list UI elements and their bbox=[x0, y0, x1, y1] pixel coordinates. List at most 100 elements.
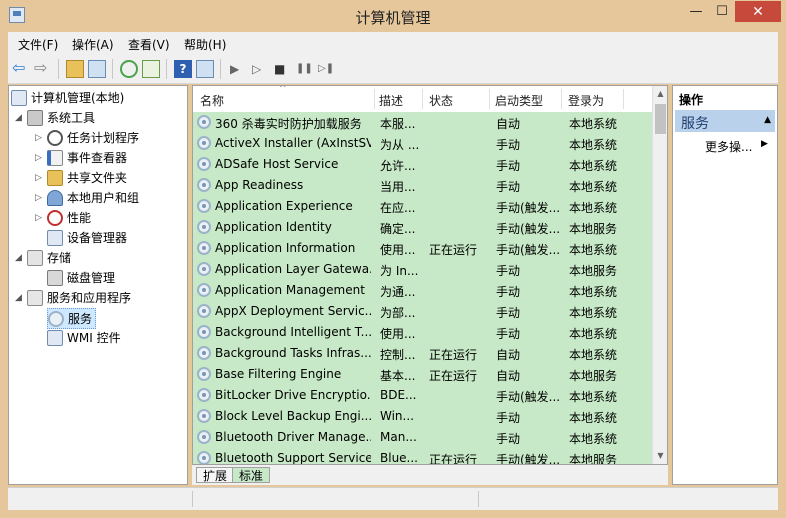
service-log-on-as: 本地系统 bbox=[569, 348, 618, 362]
tree-item-task-scheduler[interactable]: ▷ 任务计划程序 bbox=[35, 128, 139, 147]
back-icon[interactable]: ⇦ bbox=[12, 58, 30, 77]
column-divider[interactable] bbox=[489, 89, 490, 109]
menu-view[interactable]: 查看(V) bbox=[128, 36, 170, 53]
tree-item-device-manager[interactable]: 设备管理器 bbox=[47, 228, 127, 247]
vertical-scrollbar[interactable]: ▲ ▼ bbox=[652, 86, 667, 464]
tree-item-event-viewer[interactable]: ▷ 事件查看器 bbox=[35, 148, 127, 167]
tree-item-storage[interactable]: ◢ 存储 bbox=[15, 248, 71, 267]
help-icon[interactable]: ? bbox=[174, 60, 192, 78]
service-row[interactable]: Application Management 为通... 手动 本地系统 bbox=[193, 280, 652, 301]
service-rows: 360 杀毒实时防护加载服务 本服... 自动 本地系统 ActiveX Install… bbox=[193, 112, 652, 464]
export-list-icon[interactable] bbox=[142, 60, 160, 78]
service-row[interactable]: BitLocker Drive Encryptio... BDE... 手动(触发.… bbox=[193, 385, 652, 406]
close-button[interactable]: ✕ bbox=[735, 1, 781, 22]
service-name: Bluetooth Driver Manage... bbox=[215, 430, 371, 444]
service-description: 本服... bbox=[380, 117, 416, 131]
column-divider[interactable] bbox=[422, 89, 423, 109]
collapsed-arrow-icon[interactable]: ▷ bbox=[35, 133, 45, 143]
service-startup-type: 手动 bbox=[496, 411, 521, 425]
service-log-on-as: 本地服务 bbox=[569, 453, 618, 465]
service-row[interactable]: Bluetooth Support Service Blue... 正在运行 手动(触… bbox=[193, 448, 652, 465]
column-divider[interactable] bbox=[623, 89, 624, 109]
maximize-button[interactable]: ☐ bbox=[709, 1, 735, 22]
more-actions-link[interactable]: 更多操... bbox=[705, 138, 752, 155]
collapsed-arrow-icon[interactable]: ▷ bbox=[35, 193, 45, 203]
collapsed-arrow-icon[interactable]: ▷ bbox=[35, 153, 45, 163]
column-header-log-on-as[interactable]: 登录为 bbox=[568, 92, 604, 109]
tree-item-shared-folders[interactable]: ▷ 共享文件夹 bbox=[35, 168, 127, 187]
start-service-alt-icon[interactable]: ▷ bbox=[252, 62, 270, 80]
service-row[interactable]: Bluetooth Driver Manage... Man... 手动 本地系统 bbox=[193, 427, 652, 448]
tree-item-system-tools[interactable]: ◢ 系统工具 bbox=[15, 108, 95, 127]
scroll-down-icon[interactable]: ▼ bbox=[653, 448, 667, 464]
scroll-up-icon[interactable]: ▲ bbox=[653, 86, 667, 102]
service-row[interactable]: Background Tasks Infras... 控制... 正在运行 自动 本地系… bbox=[193, 343, 652, 364]
service-startup-type: 手动(触发... bbox=[496, 453, 560, 465]
tree-item-wmi-control[interactable]: WMI 控件 bbox=[47, 328, 121, 347]
column-header-startup-type[interactable]: 启动类型 bbox=[495, 92, 543, 109]
submenu-arrow-icon[interactable]: ▶ bbox=[761, 139, 768, 149]
toolbar-separator bbox=[58, 59, 59, 79]
service-row[interactable]: 360 杀毒实时防护加载服务 本服... 自动 本地系统 bbox=[193, 112, 652, 133]
storage-icon bbox=[27, 249, 43, 266]
tree-item-services-applications[interactable]: ◢ 服务和应用程序 bbox=[15, 288, 131, 307]
service-row[interactable]: ADSafe Host Service 允许... 手动 本地系统 bbox=[193, 154, 652, 175]
tree-item-local-users[interactable]: ▷ 本地用户和组 bbox=[35, 188, 139, 207]
service-row[interactable]: Application Experience 在应... 手动(触发... 本地系统 bbox=[193, 196, 652, 217]
scrollbar-thumb[interactable] bbox=[655, 104, 666, 134]
gear-icon bbox=[197, 283, 211, 297]
restart-service-icon[interactable]: ▷❚ bbox=[318, 63, 336, 81]
tab-standard[interactable]: 标准 bbox=[232, 467, 271, 483]
expanded-arrow-icon[interactable]: ◢ bbox=[15, 293, 25, 303]
service-row[interactable]: Application Information 使用... 正在运行 手动(触发...… bbox=[193, 238, 652, 259]
service-description: 基本... bbox=[380, 369, 416, 383]
minimize-button[interactable]: — bbox=[683, 1, 709, 22]
service-row[interactable]: Application Identity 确定... 手动(触发... 本地服务 bbox=[193, 217, 652, 238]
service-description: Man... bbox=[380, 430, 417, 444]
column-header-description[interactable]: 描述 bbox=[379, 92, 403, 109]
tree-item-disk-management[interactable]: 磁盘管理 bbox=[47, 268, 115, 287]
service-row[interactable]: ActiveX Installer (AxInstSV) 为从 ... 手动 本地系统 bbox=[193, 133, 652, 154]
gear-icon bbox=[197, 409, 211, 423]
menu-file[interactable]: 文件(F) bbox=[18, 36, 58, 53]
collapsed-arrow-icon[interactable]: ▷ bbox=[35, 213, 45, 223]
up-folder-icon[interactable] bbox=[66, 60, 84, 78]
expanded-arrow-icon[interactable]: ◢ bbox=[15, 113, 25, 123]
menu-action[interactable]: 操作(A) bbox=[72, 36, 114, 53]
column-header-name[interactable]: 名称 bbox=[200, 92, 224, 109]
service-status: 正在运行 bbox=[429, 348, 478, 362]
actions-section-services[interactable]: 服务 ▲ bbox=[675, 110, 775, 132]
tree-item-services[interactable]: 服务 bbox=[47, 308, 97, 329]
service-row[interactable]: AppX Deployment Servic... 为部... 手动 本地系统 bbox=[193, 301, 652, 322]
collapsed-arrow-icon[interactable]: ▷ bbox=[35, 173, 45, 183]
service-log-on-as: 本地系统 bbox=[569, 159, 618, 173]
service-row[interactable]: Base Filtering Engine 基本... 正在运行 自动 本地服务 bbox=[193, 364, 652, 385]
show-hide-tree-icon[interactable] bbox=[88, 60, 106, 78]
expanded-arrow-icon[interactable]: ◢ bbox=[15, 253, 25, 263]
menu-help[interactable]: 帮助(H) bbox=[184, 36, 226, 53]
refresh-icon[interactable] bbox=[120, 60, 138, 78]
service-log-on-as: 本地系统 bbox=[569, 201, 618, 215]
forward-icon[interactable]: ⇨ bbox=[34, 58, 52, 77]
properties-pane-icon[interactable] bbox=[196, 60, 214, 78]
service-row[interactable]: Application Layer Gatewa... 为 In... 手动 本地服务 bbox=[193, 259, 652, 280]
pause-service-icon[interactable]: ❚❚ bbox=[296, 63, 314, 81]
service-row[interactable]: App Readiness 当用... 手动 本地系统 bbox=[193, 175, 652, 196]
tree-item-performance[interactable]: ▷ 性能 bbox=[35, 208, 91, 227]
service-description: BDE... bbox=[380, 388, 417, 402]
service-row[interactable]: Background Intelligent T... 使用... 手动 本地系统 bbox=[193, 322, 652, 343]
column-divider[interactable] bbox=[561, 89, 562, 109]
service-description: Win... bbox=[380, 409, 414, 423]
service-log-on-as: 本地系统 bbox=[569, 138, 618, 152]
column-divider[interactable] bbox=[374, 89, 375, 109]
service-name: ADSafe Host Service bbox=[215, 157, 339, 171]
service-startup-type: 自动 bbox=[496, 369, 521, 383]
collapse-icon[interactable]: ▲ bbox=[764, 115, 771, 125]
actions-section-label: 服务 bbox=[681, 116, 709, 132]
tab-extended[interactable]: 扩展 bbox=[196, 467, 235, 483]
column-header-status[interactable]: 状态 bbox=[429, 92, 453, 109]
stop-service-icon[interactable]: ■ bbox=[274, 62, 292, 80]
tree-item-computer-management[interactable]: 计算机管理(本地) bbox=[11, 88, 124, 107]
service-row[interactable]: Block Level Backup Engi... Win... 手动 本地系统 bbox=[193, 406, 652, 427]
start-service-icon[interactable]: ▶ bbox=[230, 62, 248, 80]
